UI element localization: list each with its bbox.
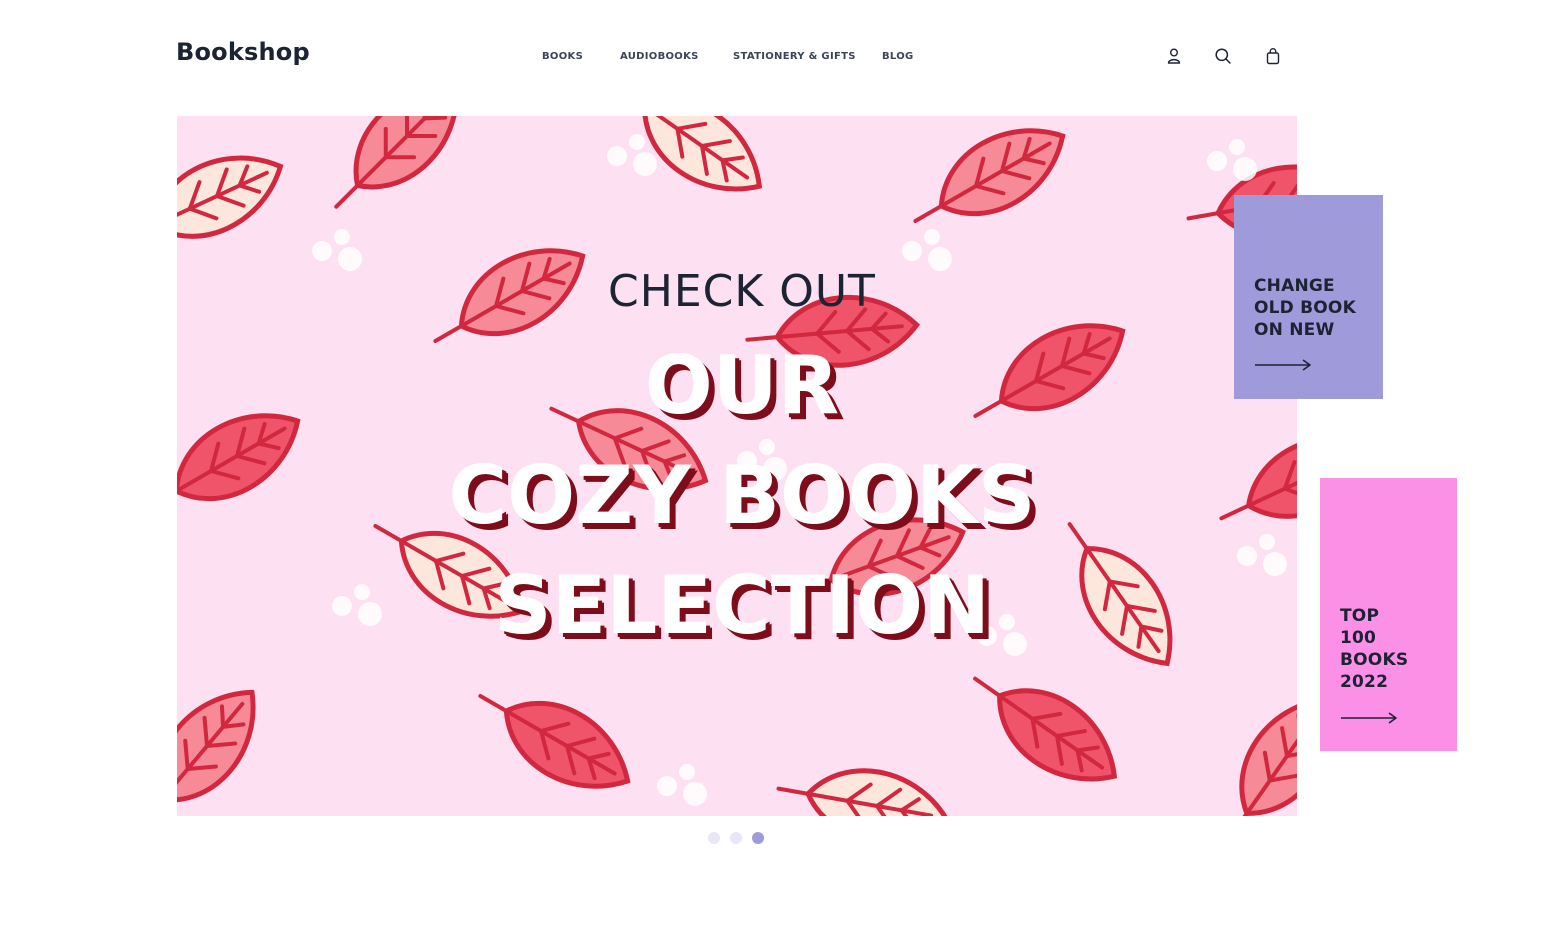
hero-headline-line-2: COZY BOOKS (448, 449, 1036, 542)
promo-change-old-book[interactable]: CHANGE OLD BOOK ON NEW (1234, 195, 1383, 399)
promo-top-line-1: TOP (1340, 606, 1380, 626)
arrow-right-icon (1255, 359, 1311, 371)
promo-top-100-books[interactable]: TOP 100 BOOKS 2022 (1320, 478, 1457, 751)
hero-text: CHECK OUT OUR COZY BOOKS SELECTION (177, 116, 1297, 816)
promo-change-text: CHANGE OLD BOOK ON NEW (1254, 275, 1379, 341)
nav-stationery-gifts[interactable]: STATIONERY & GIFTS (733, 51, 856, 62)
cart-button[interactable] (1262, 45, 1284, 67)
hero-headline-line-3: SELECTION (494, 559, 990, 652)
promo-change-line-2: OLD BOOK (1254, 298, 1356, 318)
main-nav: BOOKS AUDIOBOOKS STATIONERY & GIFTS BLOG (0, 51, 1562, 67)
search-icon (1215, 48, 1231, 64)
shopping-bag-icon (1266, 48, 1280, 65)
hero-slide[interactable]: CHECK OUT OUR COZY BOOKS SELECTION (177, 116, 1297, 816)
promo-change-line-1: CHANGE (1254, 276, 1335, 296)
search-button[interactable] (1212, 45, 1234, 67)
promo-top-line-2: 100 (1340, 628, 1377, 648)
promo-change-line-3: ON NEW (1254, 320, 1335, 340)
promo-top-line-3: BOOKS (1340, 650, 1409, 670)
slider-dot-3[interactable] (752, 832, 764, 844)
nav-books[interactable]: BOOKS (542, 51, 583, 62)
nav-blog[interactable]: BLOG (882, 51, 914, 62)
hero-headline-line-1: OUR (644, 339, 840, 432)
hero-kicker: CHECK OUT (608, 266, 876, 317)
slider-dot-1[interactable] (708, 832, 720, 844)
nav-audiobooks[interactable]: AUDIOBOOKS (620, 51, 699, 62)
promo-top-text: TOP 100 BOOKS 2022 (1340, 605, 1450, 693)
bookshop-page: Bookshop BOOKS AUDIOBOOKS STATIONERY & G… (0, 0, 1562, 928)
account-button[interactable] (1163, 45, 1185, 67)
promo-top-line-4: 2022 (1340, 672, 1389, 692)
slider-dot-2[interactable] (730, 832, 742, 844)
arrow-right-icon (1341, 712, 1397, 724)
slider-pagination (708, 832, 764, 846)
user-icon (1167, 48, 1181, 64)
